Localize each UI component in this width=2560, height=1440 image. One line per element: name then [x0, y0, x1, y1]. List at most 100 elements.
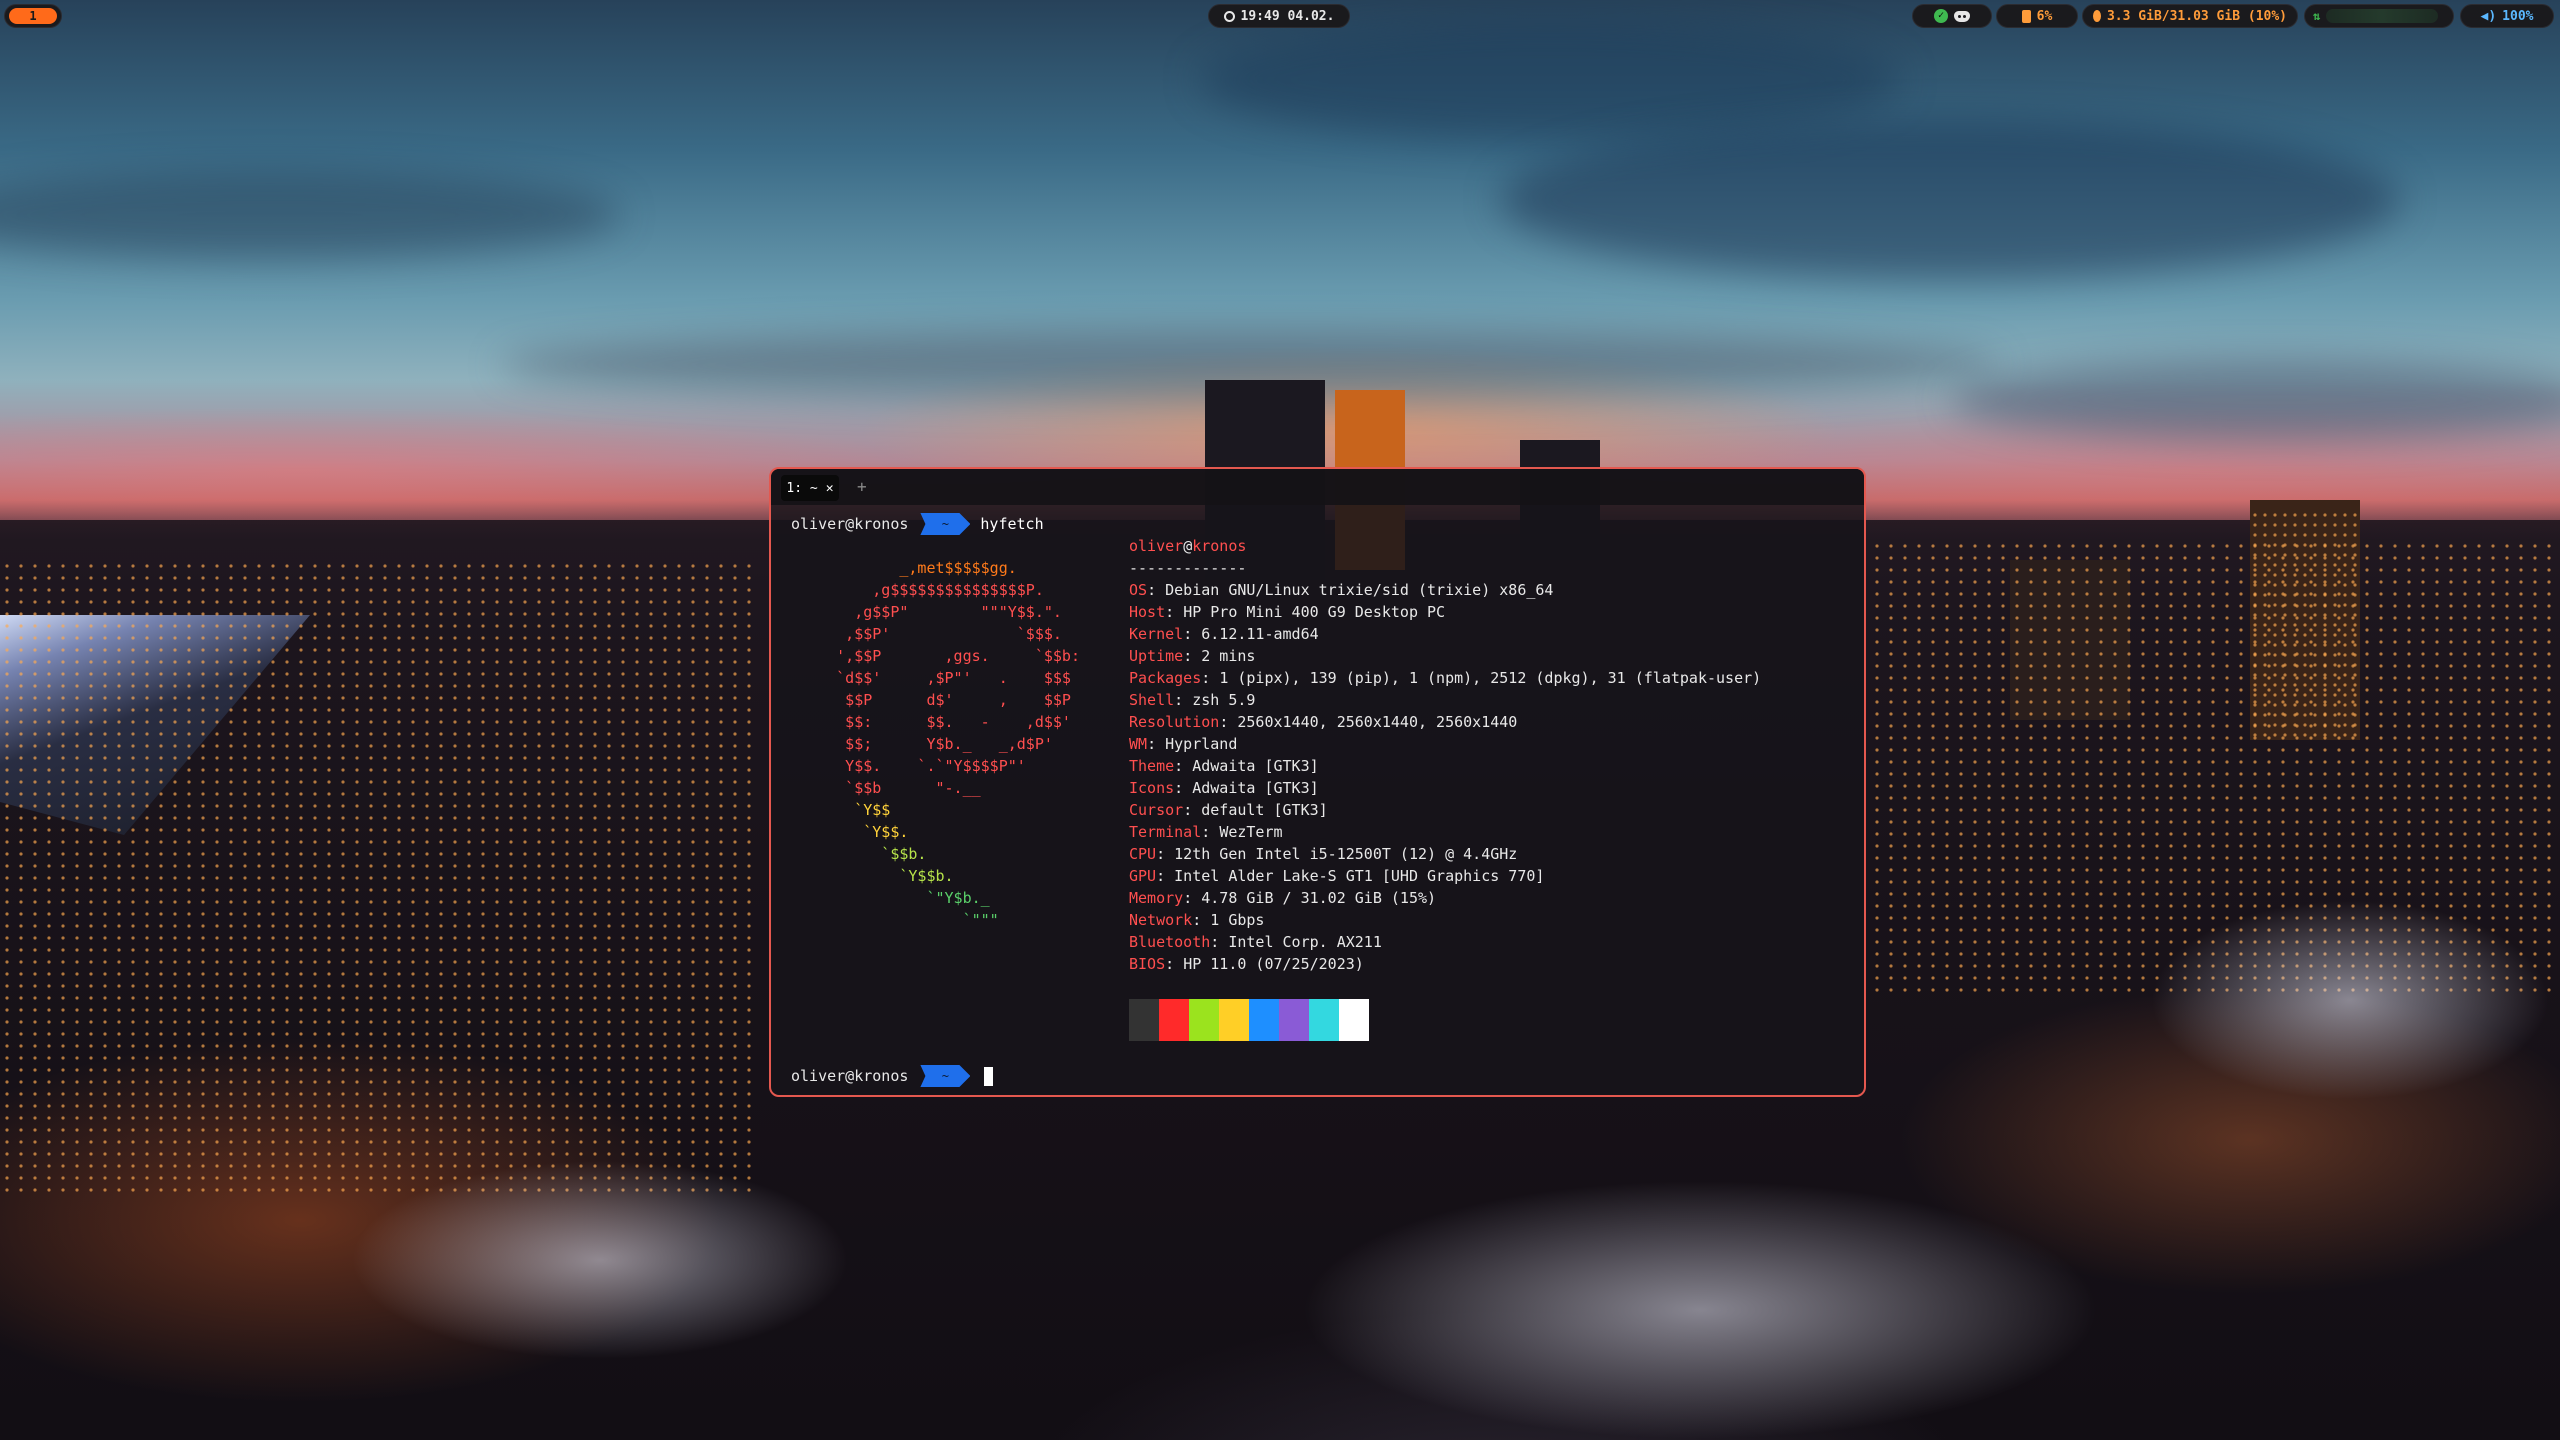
- fetch-key: Theme: [1129, 757, 1175, 775]
- tray-apps: ✓: [1912, 4, 1992, 28]
- debian-ascii-logo: _,met$$$$$gg. ,g$$$$$$$$$$$$$$$P. ,g$$P"…: [791, 557, 1080, 931]
- ascii-line: `$$b "-.__: [791, 779, 981, 797]
- check-icon[interactable]: ✓: [1934, 9, 1948, 23]
- terminal-tab-1[interactable]: 1: ~ ✕: [781, 475, 839, 501]
- fetch-colon: :: [1174, 757, 1193, 775]
- fetch-key: Icons: [1129, 779, 1175, 797]
- volume-widget[interactable]: ◀) 100%: [2460, 4, 2554, 28]
- fetch-key: Packages: [1129, 669, 1202, 687]
- cpu-widget[interactable]: 6%: [1996, 4, 2078, 28]
- fetch-colon: :: [1219, 713, 1238, 731]
- fetch-title: oliver@kronos: [1129, 535, 1849, 557]
- fetch-value: 6.12.11-amd64: [1201, 625, 1319, 643]
- ascii-line: ',$$P ,ggs. `$$b:: [791, 647, 1080, 665]
- fetch-row: BIOS: HP 11.0 (07/25/2023): [1129, 953, 1849, 975]
- typed-command: hyfetch: [980, 515, 1044, 533]
- discord-icon[interactable]: [1954, 10, 1970, 22]
- prompt-line-current[interactable]: oliver@kronos ~: [791, 1065, 994, 1087]
- fetch-value: 2 mins: [1201, 647, 1256, 665]
- fetch-colon: :: [1156, 867, 1175, 885]
- workspace-button-1[interactable]: 1: [9, 8, 57, 24]
- wallpaper-cloud: [0, 170, 620, 260]
- fetch-value: Hyprland: [1165, 735, 1238, 753]
- fetch-key: Host: [1129, 603, 1166, 621]
- fetch-row: Resolution: 2560x1440, 2560x1440, 2560x1…: [1129, 711, 1849, 733]
- fetch-row: Uptime: 2 mins: [1129, 645, 1849, 667]
- wallpaper-city-lights: [0, 560, 760, 1200]
- fetch-colon: :: [1147, 735, 1166, 753]
- fetch-value: default [GTK3]: [1201, 801, 1328, 819]
- fetch-value: 2560x1440, 2560x1440, 2560x1440: [1237, 713, 1518, 731]
- cpu-usage: 6%: [2036, 8, 2053, 24]
- wallpaper-cloud: [1500, 120, 2400, 280]
- fetch-row: OS: Debian GNU/Linux trixie/sid (trixie)…: [1129, 579, 1849, 601]
- fetch-key: OS: [1129, 581, 1148, 599]
- terminal-tab-bar: 1: ~ ✕ +: [771, 469, 1864, 505]
- fetch-colon: :: [1147, 581, 1166, 599]
- workspace-switcher: 1: [4, 4, 62, 28]
- tab-close-icon[interactable]: ✕: [826, 481, 834, 496]
- fetch-key: Shell: [1129, 691, 1175, 709]
- ascii-line: `d$$' ,$P"' . $$$: [791, 669, 1071, 687]
- ascii-line: `"Y$b._: [791, 889, 990, 907]
- fetch-title-user: oliver: [1129, 537, 1184, 555]
- ascii-line: $$: $$. - ,d$$': [791, 713, 1071, 731]
- ascii-line: `Y$$b.: [791, 867, 954, 885]
- speaker-icon: ◀): [2480, 8, 2497, 24]
- color-swatch: [1249, 999, 1279, 1041]
- prompt-directory-segment: ~: [920, 1065, 971, 1087]
- fetch-value: Adwaita [GTK3]: [1192, 757, 1319, 775]
- fetch-value: 1 Gbps: [1210, 911, 1265, 929]
- fetch-colon: :: [1174, 779, 1193, 797]
- ascii-line: ,g$$$$$$$$$$$$$$$P.: [791, 581, 1044, 599]
- ascii-line: `Y$$: [791, 801, 891, 819]
- fetch-value: Intel Corp. AX211: [1228, 933, 1382, 951]
- fetch-value: zsh 5.9: [1192, 691, 1256, 709]
- color-swatch: [1219, 999, 1249, 1041]
- ascii-line: $$; Y$b._ _,d$P': [791, 735, 1053, 753]
- fetch-value: Intel Alder Lake-S GT1 [UHD Graphics 770…: [1174, 867, 1545, 885]
- fetch-colon: :: [1156, 845, 1175, 863]
- color-swatch: [1339, 999, 1369, 1041]
- fetch-key: Network: [1129, 911, 1193, 929]
- network-widget[interactable]: ⇅: [2304, 4, 2454, 28]
- fetch-colon: :: [1165, 603, 1184, 621]
- fetch-colon: :: [1201, 823, 1220, 841]
- fetch-colon: :: [1210, 933, 1229, 951]
- wallpaper-snow: [1300, 1180, 2100, 1440]
- fetch-colon: :: [1165, 955, 1184, 973]
- ascii-line: `""": [791, 911, 999, 929]
- fetch-colon: :: [1183, 625, 1202, 643]
- color-swatch: [1129, 999, 1159, 1041]
- fetch-colon: :: [1183, 647, 1202, 665]
- wallpaper-city-lights: [2250, 510, 2360, 740]
- prompt-user-host: oliver@kronos: [791, 515, 909, 533]
- fetch-row: Icons: Adwaita [GTK3]: [1129, 777, 1849, 799]
- new-tab-button[interactable]: +: [857, 477, 867, 496]
- ascii-line: ,$$P' `$$$.: [791, 625, 1062, 643]
- fetch-value: HP Pro Mini 400 G9 Desktop PC: [1183, 603, 1446, 621]
- network-icon: ⇅: [2313, 9, 2321, 23]
- fetch-key: Kernel: [1129, 625, 1184, 643]
- fetch-value: Debian GNU/Linux trixie/sid (trixie) x86…: [1165, 581, 1554, 599]
- wallpaper-cloud: [1200, 20, 1900, 140]
- fetch-key: GPU: [1129, 867, 1157, 885]
- ascii-line: _,met$$$$$gg.: [791, 559, 1017, 577]
- fetch-row: Cursor: default [GTK3]: [1129, 799, 1849, 821]
- ascii-line: `$$b.: [791, 845, 927, 863]
- fetch-key: WM: [1129, 735, 1148, 753]
- fetch-colon: :: [1174, 691, 1193, 709]
- prompt-directory-segment: ~: [920, 513, 971, 535]
- tab-label: 1: ~: [786, 480, 818, 496]
- fetch-row: Kernel: 6.12.11-amd64: [1129, 623, 1849, 645]
- fetch-row: GPU: Intel Alder Lake-S GT1 [UHD Graphic…: [1129, 865, 1849, 887]
- terminal-window[interactable]: 1: ~ ✕ + oliver@kronos ~ hyfetch _,met$$…: [769, 467, 1866, 1097]
- fetch-colon: :: [1183, 889, 1202, 907]
- memory-widget[interactable]: 3.3 GiB/31.03 GiB (10%): [2082, 4, 2298, 28]
- clock-widget[interactable]: 19:49 04.02.: [1208, 4, 1350, 28]
- ascii-line: $$P d$' , $$P: [791, 691, 1071, 709]
- wallpaper-cloud: [1950, 360, 2560, 440]
- ascii-line: ,g$$P" """Y$$.".: [791, 603, 1062, 621]
- cpu-icon: [2021, 9, 2031, 23]
- fetch-separator: -------------: [1129, 559, 1247, 577]
